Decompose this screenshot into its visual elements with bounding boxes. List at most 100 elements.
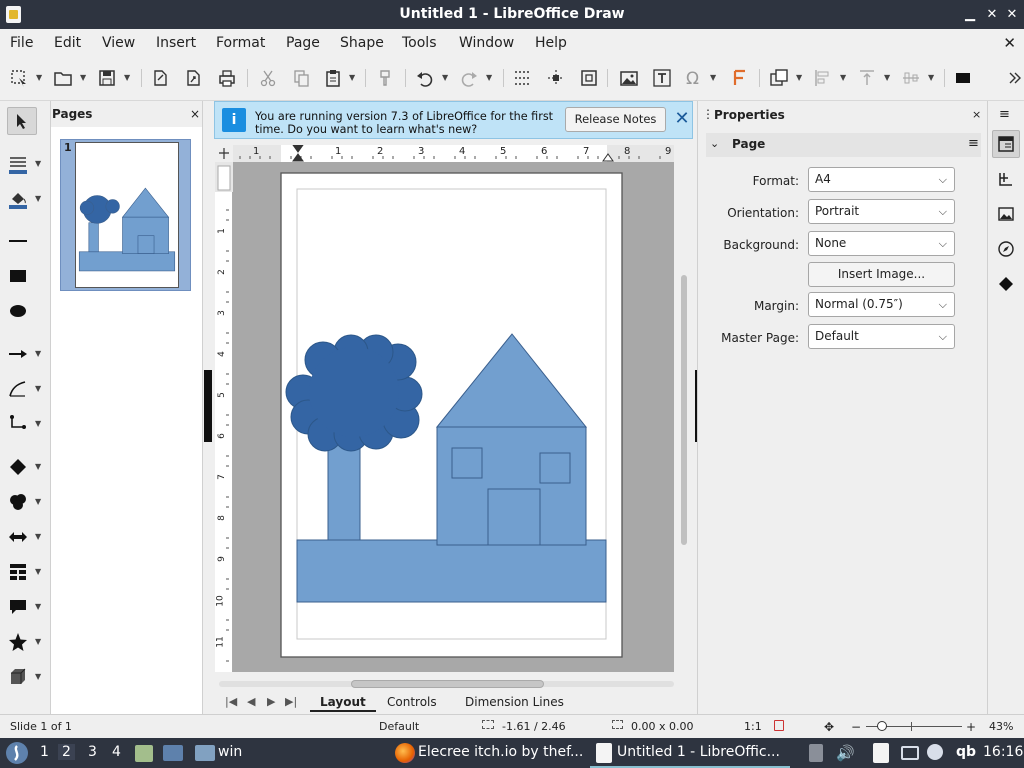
- grid-icon[interactable]: [509, 65, 535, 91]
- page-section-header[interactable]: ⌄ Page ≡: [706, 133, 981, 157]
- margin-select[interactable]: Normal (0.75″) ⌵: [808, 292, 955, 317]
- screen-tray-icon[interactable]: [901, 746, 919, 760]
- file-manager-launcher-icon[interactable]: [135, 745, 153, 762]
- workspace-3[interactable]: 3: [88, 744, 97, 760]
- symbol-shapes-icon[interactable]: [6, 490, 30, 514]
- first-tab-icon[interactable]: |◀: [225, 695, 237, 708]
- arrange-icon[interactable]: [854, 65, 880, 91]
- tab-controls[interactable]: Controls: [377, 694, 447, 710]
- distribute-icon[interactable]: [898, 65, 924, 91]
- restore-icon[interactable]: ✕: [983, 6, 1001, 24]
- menu-window[interactable]: Window: [450, 29, 523, 57]
- gallery-deck-icon[interactable]: [992, 200, 1020, 228]
- paste-icon[interactable]: [320, 65, 346, 91]
- libreoffice-tray-icon[interactable]: [873, 743, 889, 763]
- menu-view[interactable]: View: [93, 29, 144, 57]
- callout-dropdown[interactable]: ▼: [35, 602, 43, 611]
- connector-tool-icon[interactable]: [6, 412, 30, 436]
- block-arrows-dropdown[interactable]: ▼: [35, 532, 43, 541]
- horizontal-ruler[interactable]: 1 1 2 3 4 5 6 7 8 9: [233, 145, 674, 162]
- master-page-select[interactable]: Default ⌵: [808, 324, 955, 349]
- properties-grip-icon[interactable]: ⋮: [702, 107, 714, 121]
- basic-shapes-dropdown[interactable]: ▼: [35, 462, 43, 471]
- navigator-deck-icon[interactable]: [992, 235, 1020, 263]
- menu-file[interactable]: File: [1, 29, 42, 57]
- menu-page[interactable]: Page: [277, 29, 329, 57]
- copy-icon[interactable]: [288, 65, 314, 91]
- document-modified-icon[interactable]: [774, 720, 784, 731]
- styles-deck-icon[interactable]: [992, 165, 1020, 193]
- workspace-4[interactable]: 4: [112, 744, 121, 760]
- zoom-out-button[interactable]: −: [851, 720, 861, 734]
- workspace-1[interactable]: 1: [40, 744, 49, 760]
- clone-formatting-icon[interactable]: [372, 65, 398, 91]
- vertical-scrollbar[interactable]: [677, 145, 691, 672]
- firefox-icon[interactable]: [395, 743, 415, 763]
- fill-color-dropdown[interactable]: ▼: [35, 194, 43, 203]
- cut-icon[interactable]: [255, 65, 281, 91]
- special-character-dropdown[interactable]: ▼: [710, 65, 720, 91]
- notification-tray-icon[interactable]: [927, 744, 943, 760]
- select-mode-dropdown[interactable]: ▼: [36, 65, 46, 91]
- libreoffice-draw-taskbar-icon[interactable]: [596, 743, 612, 763]
- keyboard-layout-indicator[interactable]: qb: [956, 744, 976, 760]
- horizontal-scrollbar-thumb[interactable]: [351, 680, 544, 688]
- workspace-2[interactable]: 2: [58, 744, 75, 760]
- start-menu-icon[interactable]: [6, 742, 28, 764]
- special-character-icon[interactable]: Ω: [680, 65, 706, 91]
- stars-dropdown[interactable]: ▼: [35, 637, 43, 646]
- menu-format[interactable]: Format: [207, 29, 274, 57]
- toolbar-overflow-icon[interactable]: [1002, 65, 1024, 91]
- curve-tool-icon[interactable]: [6, 377, 30, 401]
- pages-panel-close-icon[interactable]: ×: [190, 107, 200, 121]
- export-icon[interactable]: [147, 65, 173, 91]
- export-pdf-icon[interactable]: [180, 65, 206, 91]
- block-arrows-icon[interactable]: [6, 525, 30, 549]
- menu-edit[interactable]: Edit: [45, 29, 90, 57]
- menu-tools[interactable]: Tools: [393, 29, 446, 57]
- format-select[interactable]: A4 ⌵: [808, 167, 955, 192]
- fill-color-icon[interactable]: [6, 187, 30, 211]
- properties-deck-icon[interactable]: [992, 130, 1020, 158]
- save-dropdown[interactable]: ▼: [124, 65, 134, 91]
- select-mode-icon[interactable]: [6, 65, 32, 91]
- transformations-dropdown[interactable]: ▼: [796, 65, 806, 91]
- zoom-in-button[interactable]: +: [966, 720, 976, 734]
- last-tab-icon[interactable]: ▶|: [285, 695, 297, 708]
- vertical-scrollbar-thumb[interactable]: [681, 275, 687, 545]
- volume-icon[interactable]: 🔊: [836, 744, 855, 762]
- menu-shape[interactable]: Shape: [331, 29, 393, 57]
- clock[interactable]: 16:16: [983, 744, 1023, 760]
- firefox-window-label[interactable]: Elecree itch.io by thef...: [418, 744, 583, 760]
- pages-panel-collapse-handle[interactable]: [204, 370, 212, 442]
- save-icon[interactable]: [94, 65, 120, 91]
- background-select[interactable]: None ⌵: [808, 231, 955, 256]
- stars-icon[interactable]: [6, 630, 30, 654]
- helplines-icon[interactable]: [543, 65, 569, 91]
- paste-dropdown[interactable]: ▼: [349, 65, 359, 91]
- minimize-icon[interactable]: ▁: [961, 6, 979, 24]
- release-notes-button[interactable]: Release Notes: [565, 107, 666, 132]
- sidebar-menu-icon[interactable]: ≡: [999, 107, 1010, 122]
- line-color-dropdown[interactable]: ▼: [35, 159, 43, 168]
- arrow-line-tool-icon[interactable]: [6, 342, 30, 366]
- insert-image-icon[interactable]: [616, 65, 642, 91]
- insert-image-button[interactable]: Insert Image...: [808, 262, 955, 287]
- callout-shapes-icon[interactable]: [6, 595, 30, 619]
- line-color-icon[interactable]: [6, 152, 30, 176]
- shadow-icon[interactable]: [950, 65, 976, 91]
- insert-textbox-icon[interactable]: [649, 65, 675, 91]
- properties-close-icon[interactable]: ×: [972, 108, 981, 121]
- zoom-slider-handle[interactable]: [877, 721, 887, 731]
- fit-to-window-icon[interactable]: ✥: [824, 720, 834, 734]
- 3d-objects-dropdown[interactable]: ▼: [35, 672, 43, 681]
- folder-icon[interactable]: [195, 745, 215, 761]
- arrow-line-dropdown[interactable]: ▼: [35, 349, 43, 358]
- zoom-pan-icon[interactable]: [576, 65, 602, 91]
- close-icon[interactable]: ✕: [1003, 6, 1021, 24]
- next-tab-icon[interactable]: ▶: [267, 695, 275, 708]
- connector-dropdown[interactable]: ▼: [35, 419, 43, 428]
- infobar-close-icon[interactable]: ✕: [673, 107, 691, 131]
- orientation-select[interactable]: Portrait ⌵: [808, 199, 955, 224]
- flowchart-icon[interactable]: [6, 560, 30, 584]
